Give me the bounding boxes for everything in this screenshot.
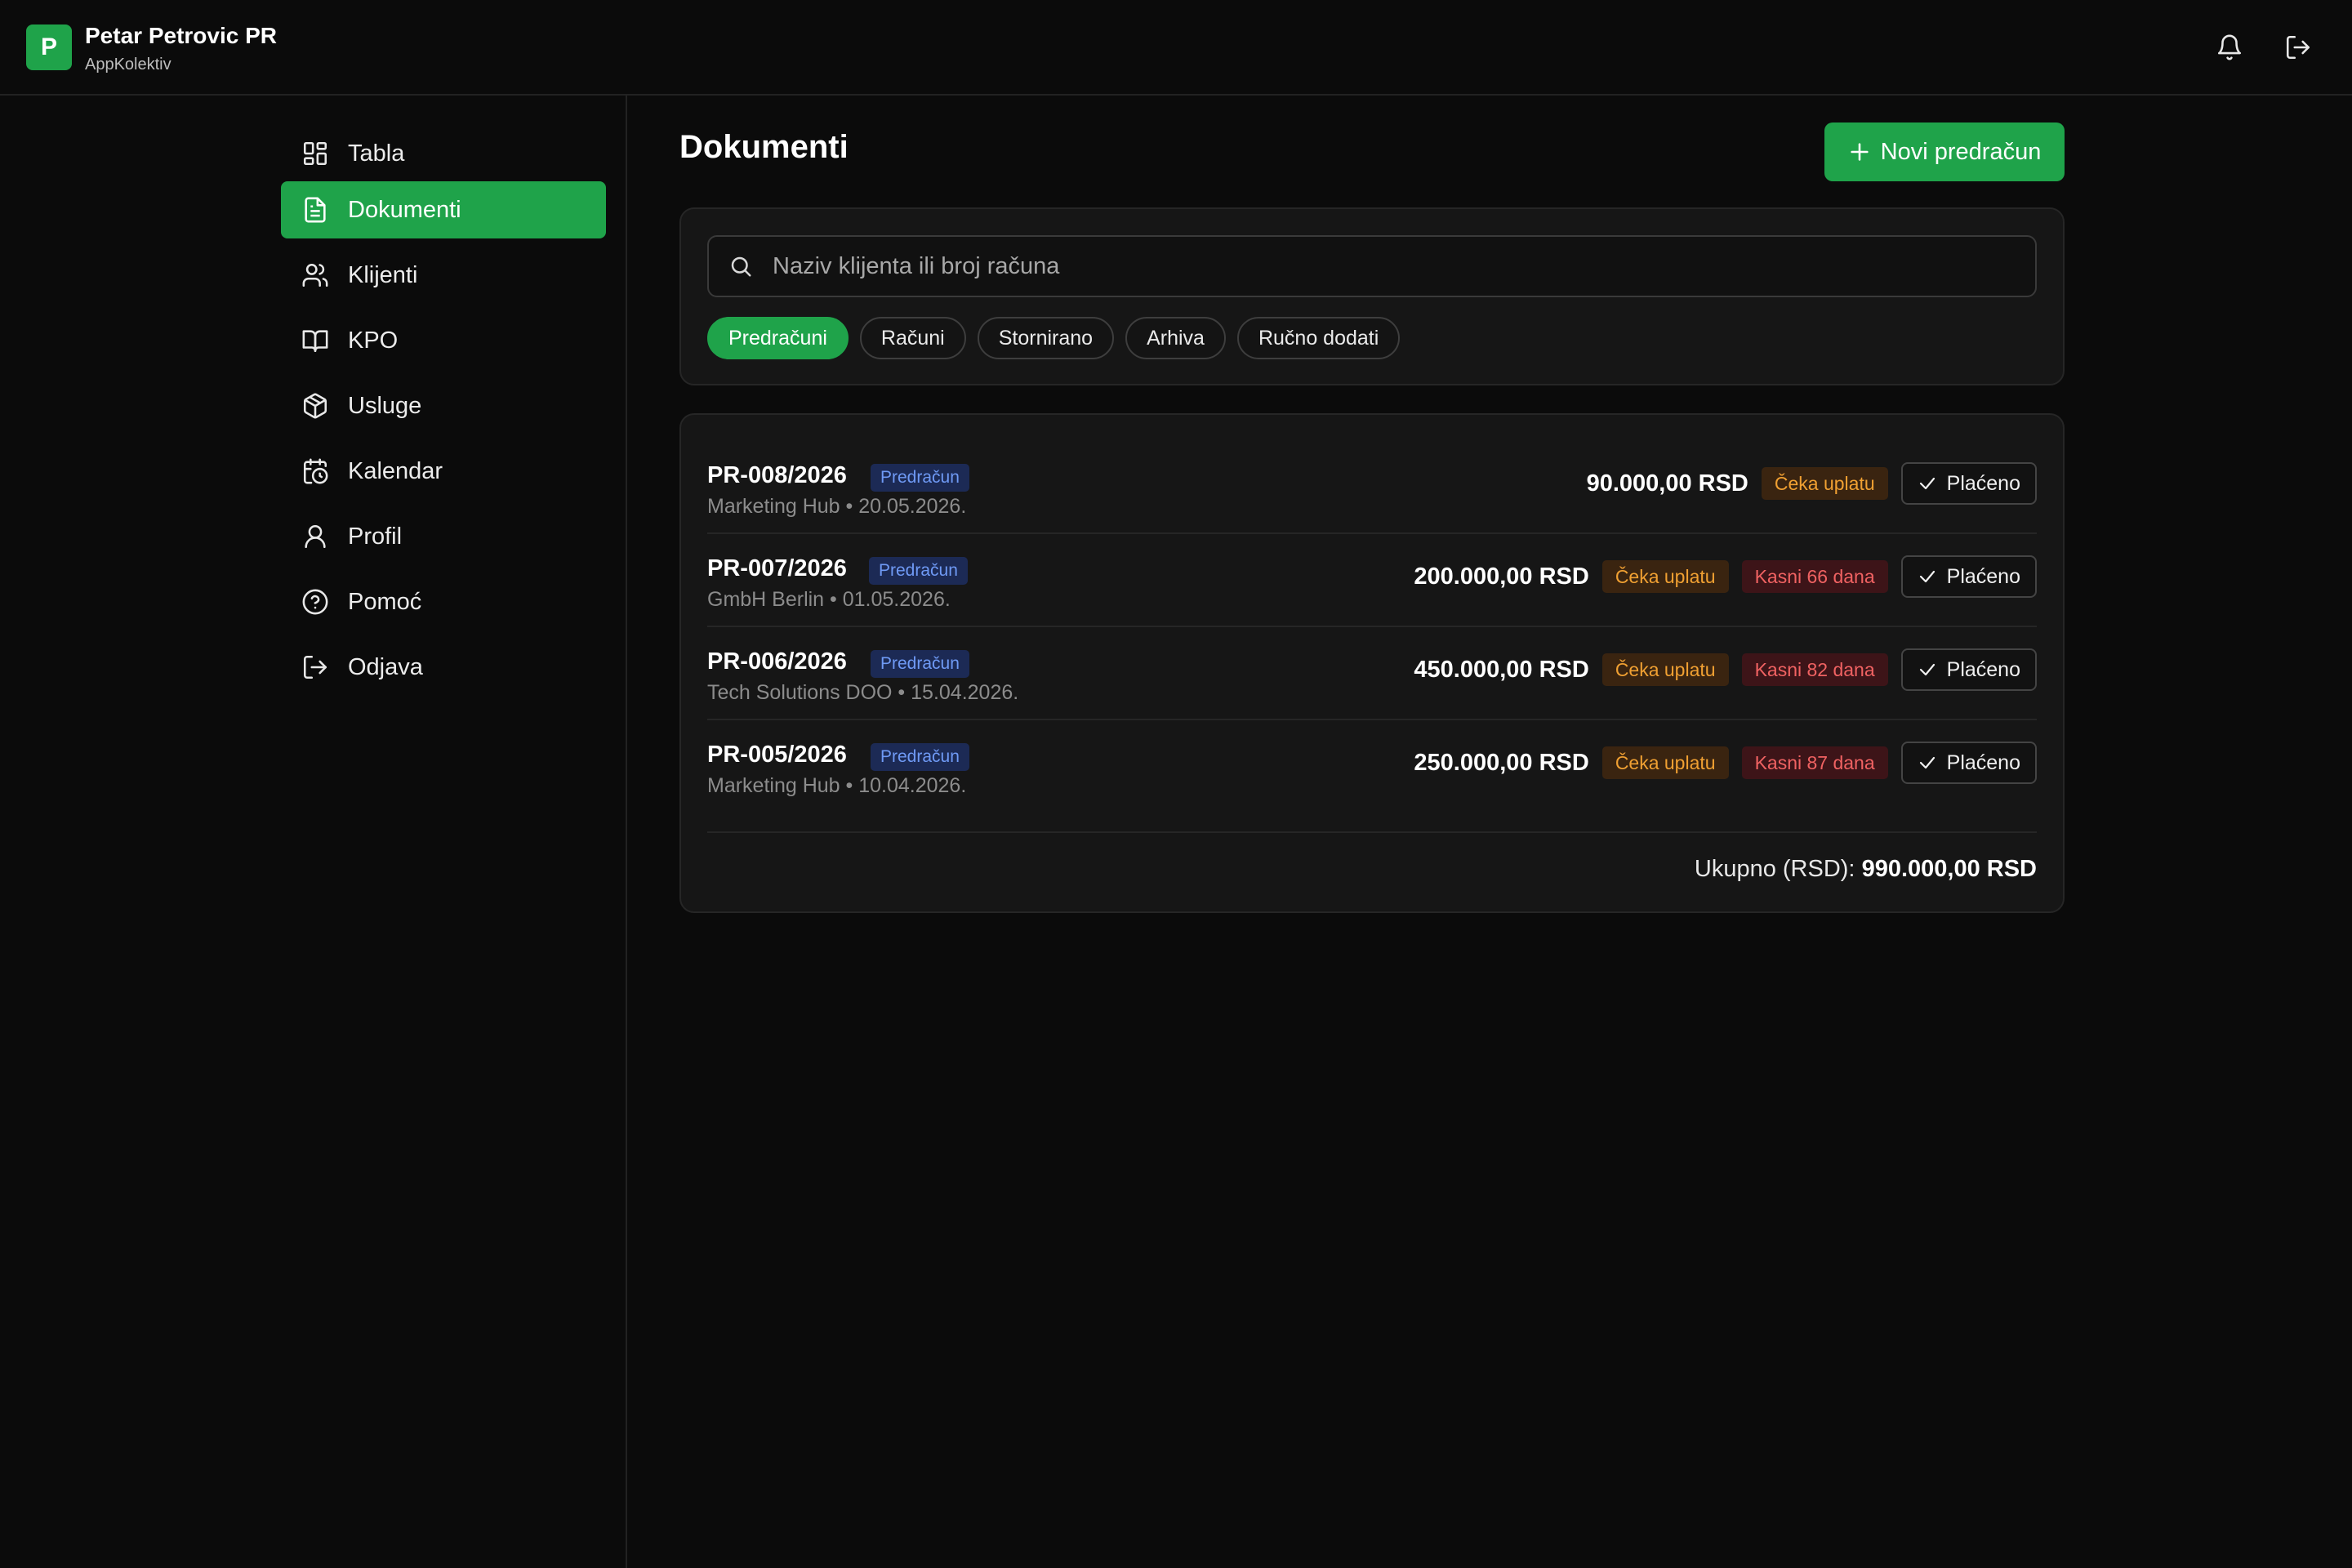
- status-badge: Čeka uplatu: [1601, 560, 1729, 593]
- document-amount: 90.000,00 RSD: [1586, 470, 1748, 497]
- filter-racuni[interactable]: Računi: [859, 317, 966, 359]
- document-row[interactable]: PR-008/2026 Predračun Marketing Hub • 20…: [707, 441, 2037, 534]
- filter-arhiva[interactable]: Arhiva: [1125, 317, 1226, 359]
- sidebar-item-profil[interactable]: Profil: [281, 508, 606, 565]
- sidebar-item-label: Tabla: [348, 140, 405, 167]
- check-icon: [1919, 663, 1935, 676]
- documents-list: PR-008/2026 Predračun Marketing Hub • 20…: [679, 413, 2065, 913]
- document-actions: 200.000,00 RSD Čeka uplatu Kasni 66 dana…: [1414, 555, 2037, 598]
- sidebar-item-label: Odjava: [348, 653, 423, 680]
- filter-predracuni[interactable]: Predračuni: [707, 317, 849, 359]
- document-amount: 250.000,00 RSD: [1414, 749, 1589, 776]
- document-number: PR-007/2026: [707, 555, 847, 581]
- app-name: AppKolektiv: [85, 56, 172, 74]
- org-name: Petar Petrovic PR: [85, 23, 277, 48]
- search-panel: Predračuni Računi Stornirano Arhiva Ručn…: [679, 207, 2065, 385]
- mark-paid-label: Plaćeno: [1946, 751, 2020, 774]
- sidebar-item-label: KPO: [348, 327, 399, 354]
- sidebar-item-label: Pomoć: [348, 588, 422, 615]
- late-badge: Kasni 66 dana: [1741, 560, 1888, 593]
- document-actions: 90.000,00 RSD Čeka uplatu Plaćeno: [1587, 462, 2037, 505]
- search-field[interactable]: [707, 235, 2037, 297]
- document-meta: Marketing Hub • 20.05.2026.: [707, 495, 967, 518]
- sidebar-item-dokumenti[interactable]: Dokumenti: [281, 181, 606, 238]
- document-icon: [301, 195, 330, 225]
- book-icon: [301, 326, 330, 355]
- sidebar-item-odjava[interactable]: Odjava: [281, 639, 606, 696]
- sidebar-item-klijenti[interactable]: Klijenti: [281, 247, 606, 304]
- top-bar: P Petar Petrovic PR AppKolektiv: [0, 0, 2352, 96]
- sidebar-item-label: Klijenti: [348, 261, 418, 288]
- org-logo: P: [26, 24, 72, 70]
- document-row[interactable]: PR-007/2026 Predračun GmbH Berlin • 01.0…: [707, 534, 2037, 627]
- document-row[interactable]: PR-005/2026 Predračun Marketing Hub • 10…: [707, 720, 2037, 833]
- total-summary: Ukupno (RSD): 990.000,00 RSD: [1695, 856, 2037, 883]
- mark-paid-button[interactable]: Plaćeno: [1900, 648, 2037, 691]
- check-icon: [1919, 570, 1935, 583]
- mark-paid-button[interactable]: Plaćeno: [1900, 555, 2037, 598]
- mark-paid-button[interactable]: Plaćeno: [1900, 462, 2037, 505]
- document-type-badge: Predračun: [869, 557, 968, 585]
- document-meta: GmbH Berlin • 01.05.2026.: [707, 588, 951, 611]
- page-title: Dokumenti: [679, 129, 849, 165]
- sidebar-item-label: Kalendar: [348, 457, 443, 484]
- user-icon: [301, 522, 330, 551]
- late-badge: Kasni 82 dana: [1741, 653, 1888, 686]
- document-number: PR-008/2026: [707, 462, 847, 488]
- document-type-badge: Predračun: [871, 464, 969, 492]
- dashboard-icon: [301, 139, 330, 168]
- sidebar-item-kpo[interactable]: KPO: [281, 312, 606, 369]
- sidebar-item-pomoc[interactable]: Pomoć: [281, 573, 606, 630]
- mark-paid-label: Plaćeno: [1946, 564, 2020, 588]
- check-icon: [1919, 477, 1935, 490]
- new-proforma-label: Novi predračun: [1880, 138, 2042, 165]
- logout-icon: [301, 653, 330, 682]
- sidebar-item-kalendar[interactable]: Kalendar: [281, 443, 606, 500]
- search-icon: [731, 256, 751, 277]
- calendar-clock-icon: [301, 457, 330, 486]
- sidebar-item-label: Profil: [348, 523, 403, 550]
- sidebar-item-label: Usluge: [348, 392, 422, 419]
- total-label: Ukupno (RSD):: [1694, 856, 1855, 882]
- document-actions: 250.000,00 RSD Čeka uplatu Kasni 87 dana…: [1414, 742, 2037, 784]
- status-badge: Čeka uplatu: [1761, 467, 1888, 500]
- document-type-badge: Predračun: [871, 743, 969, 771]
- filter-chips: Predračuni Računi Stornirano Arhiva Ručn…: [707, 317, 1401, 359]
- sidebar-item-label: Dokumenti: [348, 196, 461, 223]
- sidebar-item-tabla[interactable]: Tabla: [281, 125, 606, 182]
- help-circle-icon: [301, 587, 330, 617]
- status-badge: Čeka uplatu: [1601, 653, 1729, 686]
- search-input[interactable]: [771, 252, 1996, 281]
- mark-paid-button[interactable]: Plaćeno: [1900, 742, 2037, 784]
- document-meta: Marketing Hub • 10.04.2026.: [707, 774, 967, 797]
- document-number: PR-005/2026: [707, 742, 847, 768]
- late-badge: Kasni 87 dana: [1741, 746, 1888, 779]
- package-icon: [301, 391, 330, 421]
- logout-icon[interactable]: [2282, 31, 2314, 64]
- filter-stornirano[interactable]: Stornirano: [977, 317, 1115, 359]
- new-proforma-button[interactable]: Novi predračun: [1824, 122, 2065, 181]
- mark-paid-label: Plaćeno: [1946, 657, 2020, 681]
- mark-paid-label: Plaćeno: [1946, 471, 2020, 495]
- bell-icon[interactable]: [2213, 31, 2246, 64]
- document-meta: Tech Solutions DOO • 15.04.2026.: [707, 681, 1019, 704]
- users-icon: [301, 261, 330, 290]
- document-actions: 450.000,00 RSD Čeka uplatu Kasni 82 dana…: [1414, 648, 2037, 691]
- document-row[interactable]: PR-006/2026 Predračun Tech Solutions DOO…: [707, 627, 2037, 720]
- document-type-badge: Predračun: [871, 650, 969, 678]
- status-badge: Čeka uplatu: [1601, 746, 1729, 779]
- total-value: 990.000,00 RSD: [1861, 856, 2037, 882]
- document-number: PR-006/2026: [707, 648, 847, 675]
- sidebar: Tabla Dokumenti Klijenti KPO Usluge Kale…: [0, 96, 627, 1568]
- plus-icon: [1851, 143, 1869, 161]
- document-amount: 450.000,00 RSD: [1414, 656, 1589, 683]
- document-amount: 200.000,00 RSD: [1414, 563, 1589, 590]
- check-icon: [1919, 756, 1935, 769]
- sidebar-item-usluge[interactable]: Usluge: [281, 377, 606, 434]
- filter-rucno-dodati[interactable]: Ručno dodati: [1236, 317, 1401, 359]
